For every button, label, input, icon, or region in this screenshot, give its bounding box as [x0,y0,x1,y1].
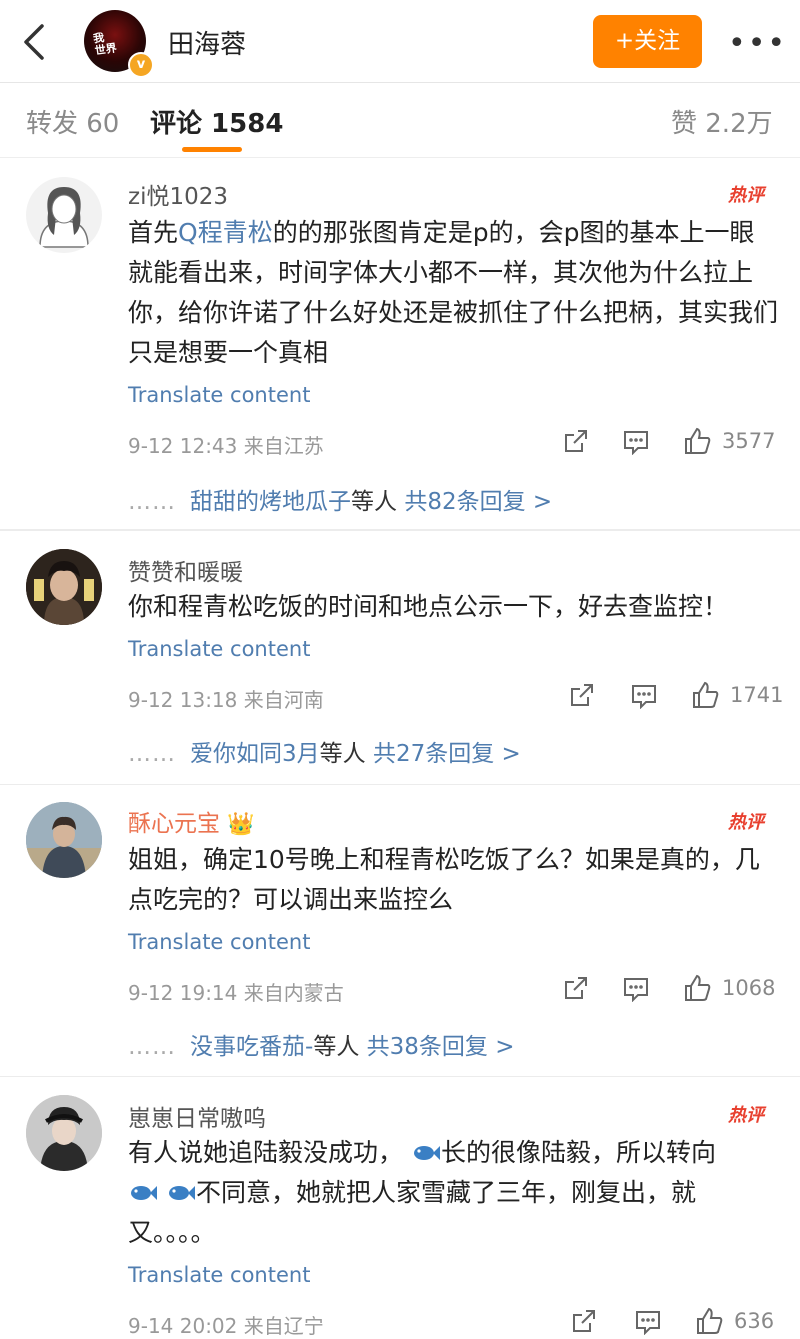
avatar-photo [26,1095,102,1171]
comment-icon [636,1311,660,1335]
comment-meta: 9-12 13:18 来自河南 [128,688,324,712]
share-icon [573,1310,595,1332]
thumbs-up-icon [685,974,711,1001]
avatar-poster-art: 我世界 [92,31,118,58]
avatar-illustration [39,187,89,248]
avatar-photo [26,549,102,625]
share-icon [565,977,587,999]
crown-icon: 👑 [227,812,255,837]
comment-button[interactable] [630,683,658,709]
active-tab-indicator [182,147,242,152]
mention-link[interactable]: Q程青松 [178,218,273,247]
profile-name[interactable]: 田海蓉 [168,24,246,61]
reply-user[interactable]: 没事吃番茄- [190,1034,313,1060]
avatar[interactable] [26,802,102,878]
tab-bar: 转发 60 评论 1584 赞 2.2万 [0,83,800,158]
reply-user[interactable]: 甜甜的烤地瓜子 [190,489,351,515]
replies-summary[interactable]: …… 没事吃番茄-等人 共38条回复 > [128,1027,514,1061]
like-button[interactable]: 3577 [682,426,775,456]
comment-meta: 9-12 19:14 来自内蒙古 [128,981,344,1005]
comment-text: 有人说她追陆毅没成功， 长的很像陆毅，所以转向 不同意，她就把人家雪藏了三年，刚… [128,1133,778,1253]
comment-text: 你和程青松吃饭的时间和地点公示一下，好去查监控！ [128,592,729,621]
comment-item: zi悦1023 热评 首先Q程青松的的那张图肯定是p的，会p图的基本上一眼就能看… [0,157,800,530]
hot-comment-badge: 热评 [728,812,764,833]
comment-meta: 9-12 12:43 来自江苏 [128,434,324,458]
comment-text-part: 有人说她追陆毅没成功， [128,1138,404,1167]
comment-button[interactable] [622,976,650,1002]
translate-link[interactable]: Translate content [128,1263,310,1287]
hot-comment-badge: 热评 [728,1105,764,1126]
comment-button[interactable] [634,1309,662,1335]
share-icon [571,684,593,706]
like-count: 1068 [722,976,776,1000]
share-button[interactable] [570,1307,598,1335]
reply-user[interactable]: 爱你如同3月 [190,741,320,767]
comment-username[interactable]: zi悦1023 [128,177,228,211]
comment-item: 酥心元宝 👑 热评 姐姐，确定10号晚上和程青松吃饭了么？如果是真的，几点吃完的… [0,784,800,1077]
reply-mid: 等人 [319,741,366,767]
follow-button[interactable]: +关注 [593,15,702,68]
translate-link[interactable]: Translate content [128,930,310,954]
reply-mid: 等人 [313,1034,360,1060]
replies-summary[interactable]: …… 甜甜的烤地瓜子等人 共82条回复 > [128,482,552,516]
ellipsis-dots: …… [128,489,176,515]
share-button[interactable] [562,974,590,1002]
comment-item: 崽崽日常嗷呜 热评 有人说她追陆毅没成功， 长的很像陆毅，所以转向 不同意，她就… [0,1077,800,1339]
comment-button[interactable] [622,429,650,455]
like-count: 636 [734,1309,775,1333]
back-button[interactable] [18,22,54,62]
tab-comments[interactable]: 评论 1584 [150,103,283,140]
share-button[interactable] [568,681,596,709]
share-icon [565,430,587,452]
thumbs-up-icon [685,427,711,454]
avatar-photo [26,802,102,878]
comment-icon [632,685,656,709]
comment-text-part: 不同意，她就把人家雪藏了三年，刚复出，就又。。。。 [128,1178,696,1247]
like-button[interactable]: 636 [694,1306,774,1336]
translate-link[interactable]: Translate content [128,637,310,661]
comment-icon [624,431,648,455]
like-count: 3577 [722,429,776,453]
replies-summary[interactable]: …… 爱你如同3月等人 共27条回复 > [128,734,521,768]
share-button[interactable] [562,427,590,455]
like-button[interactable]: 1741 [690,680,783,710]
translate-link[interactable]: Translate content [128,383,310,407]
fish-emoji-icon [168,1186,195,1200]
tab-likes[interactable]: 赞 2.2万 [671,103,773,140]
reply-count[interactable]: 共38条回复 > [367,1034,515,1060]
like-button[interactable]: 1068 [682,973,775,1003]
fish-emoji-icon [131,1186,157,1200]
comment-username[interactable]: 崽崽日常嗷呜 [128,1099,266,1133]
like-count: 1741 [730,683,784,707]
username-text: 酥心元宝 [128,811,220,837]
comment-text: 首先Q程青松的的那张图肯定是p的，会p图的基本上一眼就能看出来，时间字体大小都不… [128,213,778,373]
hot-comment-badge: 热评 [728,185,764,206]
comment-icon [624,978,648,1002]
comment-text-part: 首先 [128,218,179,247]
tab-reposts[interactable]: 转发 60 [26,103,119,140]
verified-badge-icon: v [128,52,154,78]
thumbs-up-icon [697,1307,723,1334]
avatar[interactable] [26,549,102,625]
comment-username[interactable]: 赞赞和暖暖 [128,553,243,587]
avatar[interactable] [26,1095,102,1171]
more-options-icon[interactable]: ••• [728,26,787,61]
thumbs-up-icon [693,681,719,708]
ellipsis-dots: …… [128,1034,176,1060]
reply-count[interactable]: 共27条回复 > [373,741,521,767]
reply-count[interactable]: 共82条回复 > [404,489,552,515]
reply-mid: 等人 [351,489,397,515]
comment-text-part: 长的很像陆毅，所以转向 [440,1138,716,1167]
comment-username[interactable]: 酥心元宝 👑 [128,804,255,838]
avatar[interactable] [26,177,102,253]
comment-item: 赞赞和暖暖 你和程青松吃饭的时间和地点公示一下，好去查监控！ Translate… [0,530,800,785]
fish-emoji-icon [413,1146,440,1160]
chevron-left-icon [24,24,44,60]
comment-meta: 9-14 20:02 来自辽宁 [128,1314,324,1338]
comment-text: 姐姐，确定10号晚上和程青松吃饭了么？如果是真的，几点吃完的？可以调出来监控么 [128,845,760,914]
top-bar: 我世界 v 田海蓉 +关注 ••• [0,0,800,83]
ellipsis-dots: …… [128,741,176,767]
